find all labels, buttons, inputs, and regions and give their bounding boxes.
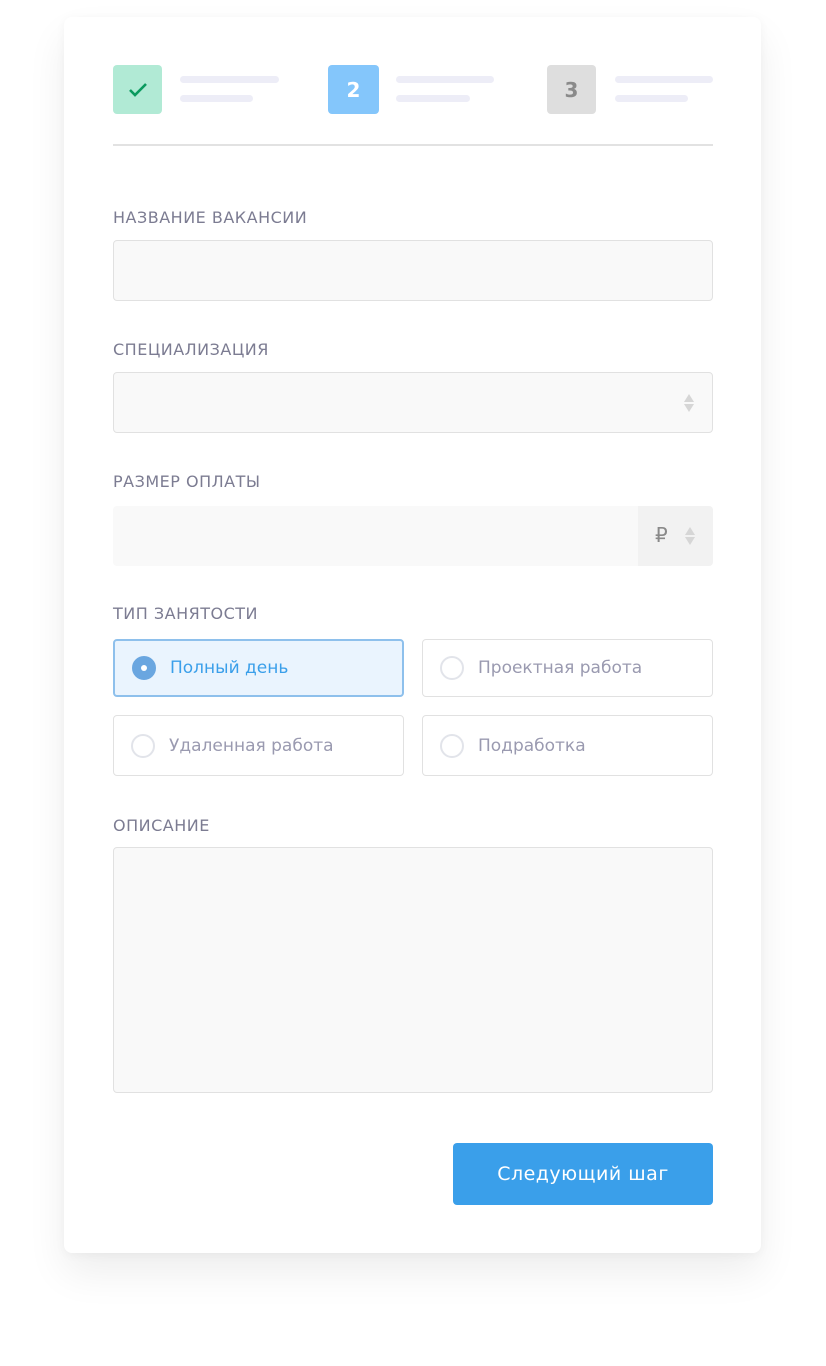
salary-input[interactable]: ₽ [113,506,713,566]
radio-label: Удаленная работа [169,735,334,756]
stepper-arrows-icon [685,527,695,545]
select-arrows-icon [684,393,694,412]
step-number: 3 [564,77,579,102]
salary-label: РАЗМЕР ОПЛАТЫ [113,472,261,491]
radio-unchecked-icon [440,656,464,680]
ruble-currency: ₽ [655,523,668,547]
employment-type-label: ТИП ЗАНЯТОСТИ [113,604,258,623]
radio-label: Полный день [170,658,289,678]
step-3-placeholder-line [615,95,688,102]
next-step-button[interactable]: Следующий шаг [453,1143,713,1205]
divider [113,144,713,146]
step-number: 2 [346,77,361,102]
step-1-done[interactable] [113,65,162,114]
job-title-label: НАЗВАНИЕ ВАКАНСИИ [113,208,308,227]
step-1-placeholder-line [180,95,253,102]
specialization-label: СПЕЦИАЛИЗАЦИЯ [113,340,269,359]
radio-full-day[interactable]: Полный день [113,639,404,697]
description-textarea[interactable] [113,847,713,1093]
radio-remote-work[interactable]: Удаленная работа [113,715,404,776]
step-2-placeholder-line [396,95,470,102]
radio-project-work[interactable]: Проектная работа [422,639,713,697]
step-3-upcoming[interactable]: 3 [547,65,596,114]
radio-checked-icon [132,656,156,680]
step-2-placeholder-line [396,76,494,83]
radio-part-time[interactable]: Подработка [422,715,713,776]
radio-label: Подработка [478,735,586,756]
specialization-select[interactable] [113,372,713,433]
description-label: ОПИСАНИЕ [113,816,210,835]
job-title-input[interactable] [113,240,713,301]
radio-unchecked-icon [440,733,464,758]
radio-unchecked-icon [131,733,155,758]
step-1-placeholder-line [180,76,279,83]
check-icon [128,82,147,97]
currency-selector[interactable]: ₽ [638,506,713,566]
radio-label: Проектная работа [478,658,643,678]
step-3-placeholder-line [615,76,713,83]
step-2-current[interactable]: 2 [328,65,379,114]
